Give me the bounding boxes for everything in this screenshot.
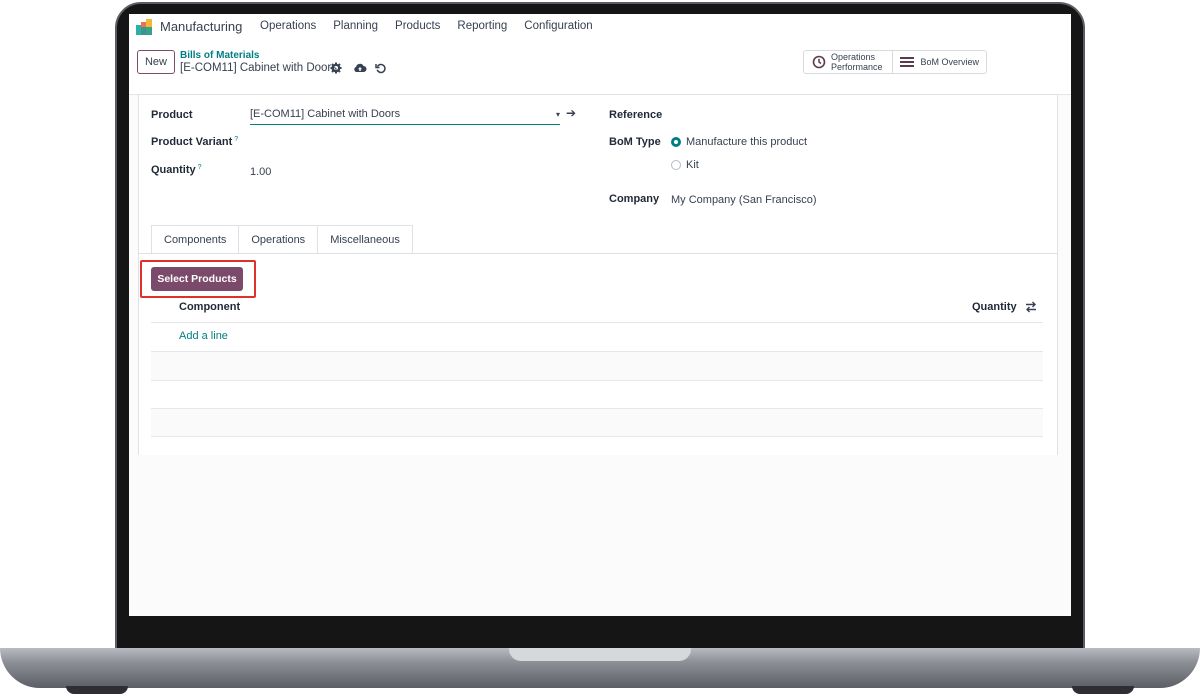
- help-icon[interactable]: ?: [234, 136, 238, 143]
- tab-miscellaneous[interactable]: Miscellaneous: [317, 225, 413, 253]
- table-row: [151, 381, 1043, 409]
- gear-icon[interactable]: [329, 61, 343, 75]
- smart-buttons: Operations Performance BoM Overview: [803, 50, 987, 74]
- record-title: [E-COM11] Cabinet with Doors: [180, 62, 338, 74]
- top-navbar: Manufacturing Operations Planning Produc…: [129, 14, 1071, 40]
- menu-configuration[interactable]: Configuration: [524, 20, 592, 32]
- column-settings-icon[interactable]: [1025, 301, 1037, 313]
- column-quantity[interactable]: Quantity: [972, 301, 1017, 313]
- tab-operations[interactable]: Operations: [238, 225, 319, 253]
- product-label: Product: [151, 109, 193, 121]
- menu-planning[interactable]: Planning: [333, 20, 378, 32]
- form-sheet: Product [E-COM11] Cabinet with Doors ▾ ➔…: [138, 94, 1058, 455]
- radio-manufacture[interactable]: [671, 137, 681, 147]
- menu-operations[interactable]: Operations: [260, 20, 316, 32]
- bars-icon: [899, 57, 914, 67]
- main-menu: Operations Planning Products Reporting C…: [260, 20, 610, 32]
- product-field-value: [E-COM11] Cabinet with Doors: [250, 108, 401, 120]
- tab-components[interactable]: Components: [151, 225, 240, 253]
- operations-performance-button[interactable]: Operations Performance: [804, 51, 893, 73]
- company-field[interactable]: My Company (San Francisco): [671, 194, 817, 206]
- stat-ops-line1: Operations: [831, 52, 876, 62]
- column-component[interactable]: Component: [179, 301, 240, 313]
- tabs-divider: [139, 253, 1057, 254]
- quantity-label-text: Quantity: [151, 164, 196, 176]
- row-divider: [151, 436, 1043, 437]
- new-button[interactable]: New: [137, 50, 175, 74]
- company-label: Company: [609, 193, 660, 205]
- laptop-notch: [509, 648, 691, 661]
- table-row: [151, 352, 1043, 380]
- notebook-tabs: Components Operations Miscellaneous: [151, 225, 413, 253]
- menu-products[interactable]: Products: [395, 20, 440, 32]
- breadcrumb-bills-of-materials[interactable]: Bills of Materials: [180, 50, 259, 61]
- discard-changes-icon[interactable]: [374, 61, 388, 75]
- bom-overview-button[interactable]: BoM Overview: [893, 51, 986, 73]
- app-title[interactable]: Manufacturing: [160, 19, 242, 34]
- bom-type-label: BoM Type: [609, 136, 661, 148]
- control-panel: New Bills of Materials [E-COM11] Cabinet…: [129, 40, 1071, 95]
- help-icon[interactable]: ?: [198, 164, 202, 171]
- table-header-divider: [151, 322, 1043, 323]
- manufacturing-app-icon[interactable]: [136, 19, 156, 35]
- laptop-foot-right: [1072, 686, 1134, 694]
- product-field[interactable]: [E-COM11] Cabinet with Doors ▾: [250, 108, 560, 125]
- caret-down-icon[interactable]: ▾: [556, 110, 560, 119]
- product-variant-label: Product Variant?: [151, 136, 238, 148]
- screen: Manufacturing Operations Planning Produc…: [129, 14, 1071, 616]
- stat-ops-line2: Performance: [831, 62, 883, 72]
- radio-kit[interactable]: [671, 160, 681, 170]
- product-variant-label-text: Product Variant: [151, 136, 233, 148]
- radio-kit-label[interactable]: Kit: [686, 159, 699, 171]
- laptop-foot-left: [66, 686, 128, 694]
- cloud-upload-icon[interactable]: [353, 61, 367, 75]
- reference-label: Reference: [609, 109, 663, 121]
- internal-link-arrow-icon[interactable]: ➔: [566, 106, 576, 120]
- quantity-field[interactable]: 1.00: [250, 166, 271, 178]
- table-row: [151, 409, 1043, 437]
- add-a-line-link[interactable]: Add a line: [179, 330, 228, 342]
- clock-icon: [812, 55, 826, 69]
- quantity-label: Quantity?: [151, 164, 202, 176]
- select-products-button[interactable]: Select Products: [151, 267, 243, 291]
- menu-reporting[interactable]: Reporting: [457, 20, 507, 32]
- stat-bom-label: BoM Overview: [920, 57, 980, 67]
- radio-manufacture-label[interactable]: Manufacture this product: [686, 136, 807, 148]
